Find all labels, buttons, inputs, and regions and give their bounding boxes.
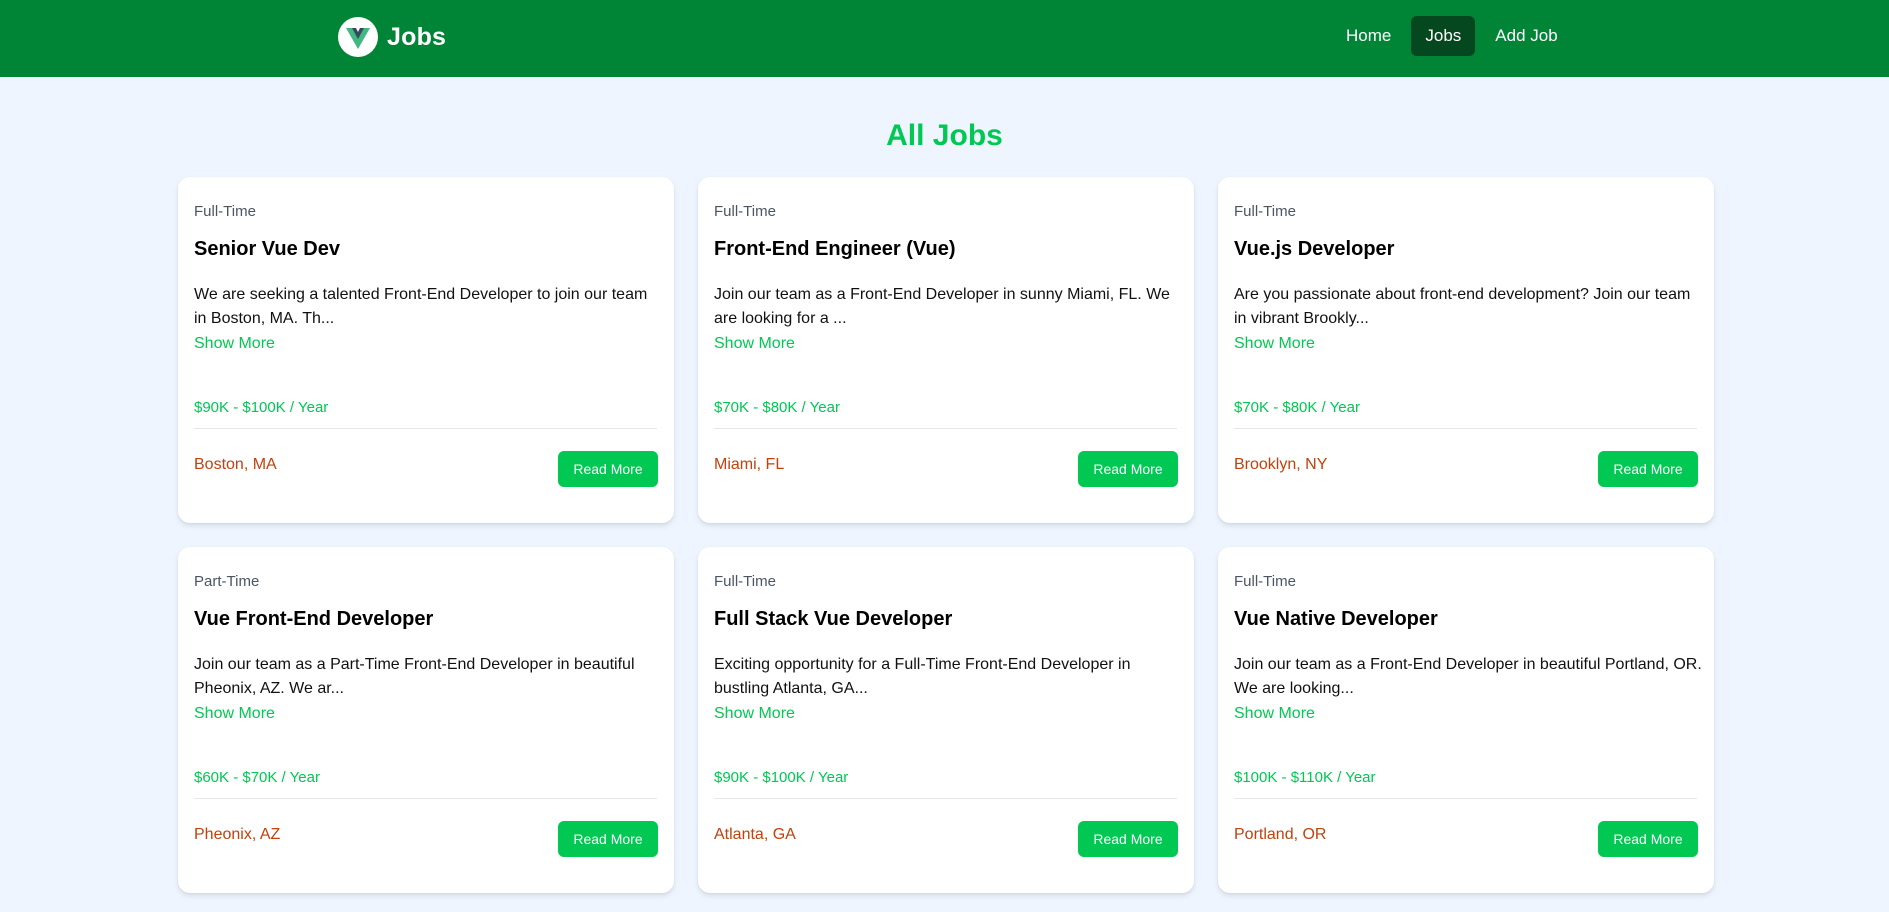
card-divider xyxy=(1234,798,1697,799)
job-salary: $100K - $110K / Year xyxy=(1234,769,1376,786)
job-description: We are seeking a talented Front-End Deve… xyxy=(194,286,648,327)
job-location: Pheonix, AZ xyxy=(194,826,281,843)
job-location: Miami, FL xyxy=(714,456,785,473)
card-divider xyxy=(1234,428,1697,429)
job-type: Full-Time xyxy=(714,203,776,220)
job-salary: $60K - $70K / Year xyxy=(194,769,320,786)
job-description: Exciting opportunity for a Full-Time Fro… xyxy=(714,656,1131,697)
read-more-button[interactable]: Read More xyxy=(1078,821,1178,857)
job-card: Full-Time Front-End Engineer (Vue) Join … xyxy=(698,177,1194,523)
page-title: All Jobs xyxy=(886,119,1003,152)
read-more-button[interactable]: Read More xyxy=(1598,821,1698,857)
job-card: Part-Time Vue Front-End Developer Join o… xyxy=(178,547,674,893)
read-more-button[interactable]: Read More xyxy=(558,451,658,487)
show-more-link[interactable]: Show More xyxy=(194,704,275,724)
card-divider xyxy=(714,798,1177,799)
nav-links: Home Jobs Add Job xyxy=(1332,16,1572,56)
job-title: Vue.js Developer xyxy=(1234,238,1395,260)
job-title: Senior Vue Dev xyxy=(194,238,340,260)
job-description: Join our team as a Part-Time Front-End D… xyxy=(194,656,635,697)
job-title: Vue Front-End Developer xyxy=(194,608,434,630)
job-description: Join our team as a Front-End Developer i… xyxy=(1234,656,1702,697)
vue-logo-icon xyxy=(338,17,378,57)
job-card: Full-Time Senior Vue Dev We are seeking … xyxy=(178,177,674,523)
job-location: Atlanta, GA xyxy=(714,826,796,843)
job-title: Full Stack Vue Developer xyxy=(714,608,953,630)
show-more-link[interactable]: Show More xyxy=(194,334,275,354)
job-type: Full-Time xyxy=(1234,573,1296,590)
read-more-button[interactable]: Read More xyxy=(1078,451,1178,487)
job-location: Portland, OR xyxy=(1234,826,1327,843)
read-more-button[interactable]: Read More xyxy=(1598,451,1698,487)
job-location: Boston, MA xyxy=(194,456,277,473)
job-salary: $70K - $80K / Year xyxy=(1234,399,1360,416)
job-salary: $90K - $100K / Year xyxy=(194,399,329,416)
job-type: Full-Time xyxy=(194,203,256,220)
show-more-link[interactable]: Show More xyxy=(1234,334,1315,354)
job-salary: $70K - $80K / Year xyxy=(714,399,840,416)
job-title: Vue Native Developer xyxy=(1234,608,1438,630)
job-location: Brooklyn, NY xyxy=(1234,456,1328,473)
show-more-link[interactable]: Show More xyxy=(1234,704,1315,724)
job-card: Full-Time Full Stack Vue Developer Excit… xyxy=(698,547,1194,893)
read-more-button[interactable]: Read More xyxy=(558,821,658,857)
card-divider xyxy=(714,428,1177,429)
job-salary: $90K - $100K / Year xyxy=(714,769,849,786)
card-divider xyxy=(194,428,657,429)
job-card: Full-Time Vue Native Developer Join our … xyxy=(1218,547,1714,893)
job-description: Join our team as a Front-End Developer i… xyxy=(714,286,1170,327)
card-divider xyxy=(194,798,657,799)
job-type: Full-Time xyxy=(1234,203,1296,220)
job-type: Full-Time xyxy=(714,573,776,590)
job-type: Part-Time xyxy=(194,573,260,590)
job-title: Front-End Engineer (Vue) xyxy=(714,238,956,260)
nav-link-add-job[interactable]: Add Job xyxy=(1481,16,1571,56)
show-more-link[interactable]: Show More xyxy=(714,704,795,724)
nav-link-jobs[interactable]: Jobs xyxy=(1411,16,1476,56)
show-more-link[interactable]: Show More xyxy=(714,334,795,354)
job-card: Full-Time Vue.js Developer Are you passi… xyxy=(1218,177,1714,523)
brand-title: Jobs xyxy=(387,22,447,51)
navbar: Jobs Home Jobs Add Job xyxy=(0,0,1889,77)
job-description: Are you passionate about front-end devel… xyxy=(1234,286,1691,327)
brand-link[interactable]: Jobs xyxy=(338,17,446,57)
nav-link-home[interactable]: Home xyxy=(1332,16,1405,56)
